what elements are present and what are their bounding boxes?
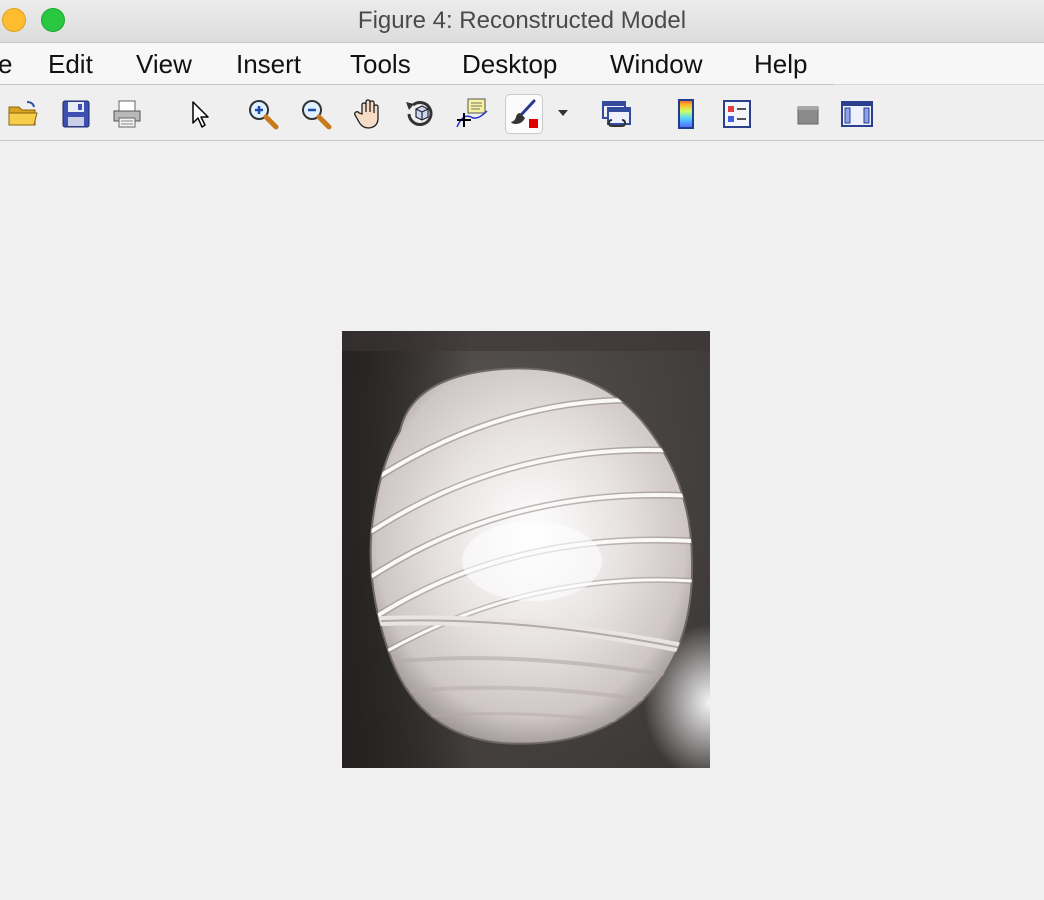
insert-legend-button[interactable] — [720, 97, 754, 131]
zoom-in-button[interactable] — [246, 97, 280, 131]
yarn-ball-image — [342, 331, 710, 768]
title-bar[interactable]: Figure 4: Reconstructed Model — [0, 0, 1044, 43]
legend-icon — [723, 100, 751, 128]
hide-plot-tools-button[interactable] — [790, 97, 824, 131]
data-cursor-button[interactable] — [455, 97, 489, 131]
zoom-out-button[interactable] — [299, 97, 333, 131]
menu-divider — [0, 84, 834, 85]
pan-button[interactable] — [352, 97, 386, 131]
matlab-figure-window: Figure 4: Reconstructed Model e Edit Vie… — [0, 0, 1044, 900]
data-cursor-icon — [456, 98, 488, 128]
save-button[interactable] — [59, 97, 93, 131]
menu-bar: e Edit View Insert Tools Desktop Window … — [0, 43, 1044, 85]
zoom-out-icon — [302, 100, 332, 130]
save-icon — [62, 100, 90, 128]
pan-hand-icon — [354, 99, 379, 129]
rotate-3d-button[interactable] — [403, 97, 437, 131]
hide-plot-tools-icon — [797, 106, 819, 125]
edit-plot-button[interactable] — [182, 97, 216, 131]
brush-button[interactable] — [505, 94, 543, 134]
menu-file[interactable]: e — [0, 48, 12, 80]
menu-insert[interactable]: Insert — [236, 48, 301, 80]
brush-dropdown-chevron-icon[interactable] — [558, 110, 568, 116]
link-plot-button[interactable] — [600, 97, 634, 131]
open-folder-icon — [8, 101, 38, 126]
zoom-in-icon — [249, 100, 279, 130]
show-plot-tools-icon — [841, 101, 873, 127]
menu-divider-right — [834, 84, 1044, 85]
figure-axes-image[interactable] — [342, 331, 710, 768]
menu-window[interactable]: Window — [610, 48, 702, 80]
menu-help[interactable]: Help — [754, 48, 807, 80]
figure-toolbar — [0, 86, 1044, 141]
rotate-3d-icon — [406, 101, 433, 126]
pointer-icon — [192, 101, 209, 128]
brush-icon — [511, 99, 538, 128]
menu-tools[interactable]: Tools — [350, 48, 411, 80]
window-title: Figure 4: Reconstructed Model — [357, 7, 687, 34]
menu-desktop[interactable]: Desktop — [462, 48, 557, 80]
menu-view[interactable]: View — [136, 48, 192, 80]
print-icon — [113, 100, 141, 128]
show-plot-tools-button[interactable] — [840, 97, 874, 131]
link-plot-icon — [602, 101, 631, 127]
insert-colorbar-button[interactable] — [669, 97, 703, 131]
colorbar-icon — [678, 99, 694, 129]
menu-edit[interactable]: Edit — [48, 48, 93, 80]
print-button[interactable] — [110, 97, 144, 131]
open-button[interactable] — [6, 97, 40, 131]
